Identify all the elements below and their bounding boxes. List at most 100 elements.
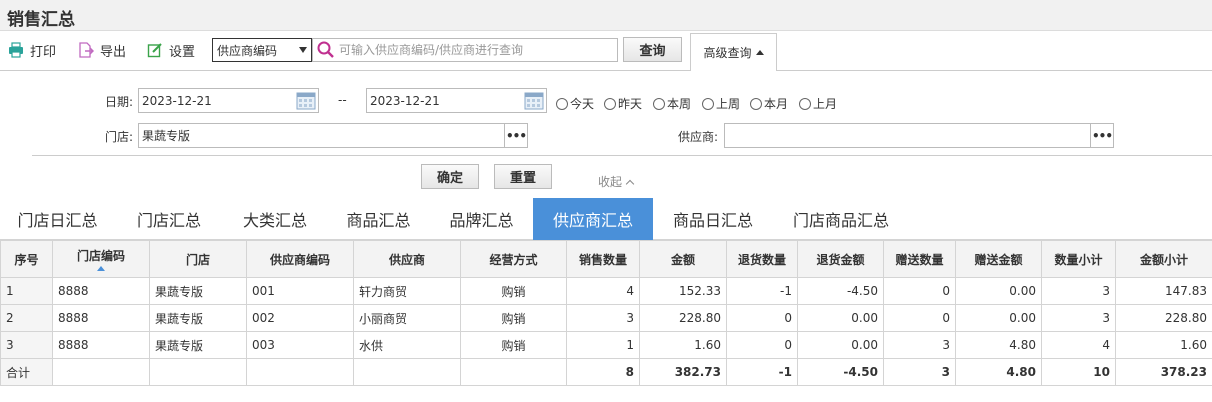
collapse-toggle[interactable]: 收起 xyxy=(598,173,635,190)
advanced-query-toggle[interactable]: 高级查询 xyxy=(690,33,777,71)
quick-date-last-month[interactable]: 上月 xyxy=(799,95,837,112)
tab-supplier[interactable]: 供应商汇总 xyxy=(533,198,653,240)
radio-circle xyxy=(653,97,665,110)
query-button[interactable]: 查询 xyxy=(623,37,682,62)
store-label: 门店: xyxy=(105,130,134,144)
column-header[interactable]: 序号 xyxy=(0,240,53,278)
column-header[interactable]: 供应商 xyxy=(353,240,461,278)
table-row[interactable]: 3 8888 果蔬专版 003 水供 购销 1 1.60 0 0.00 3 4.… xyxy=(0,331,1212,359)
column-header[interactable]: 供应商编码 xyxy=(246,240,354,278)
tab-brand[interactable]: 品牌汇总 xyxy=(430,198,533,240)
search-box xyxy=(312,38,618,62)
print-label: 打印 xyxy=(30,44,57,60)
cell-qty-subtotal: 3 xyxy=(1041,277,1116,305)
store-input[interactable]: 果蔬专版 xyxy=(138,123,505,148)
total-return-qty: -1 xyxy=(726,358,798,386)
advanced-query-label: 高级查询 xyxy=(703,46,752,60)
supplier-input[interactable] xyxy=(724,123,1091,148)
quick-date-this-month[interactable]: 本月 xyxy=(750,95,788,112)
cell-store: 果蔬专版 xyxy=(149,277,247,305)
cell-supplier: 水供 xyxy=(353,331,461,359)
tab-product-daily[interactable]: 商品日汇总 xyxy=(653,198,773,240)
quick-date-last-week[interactable]: 上周 xyxy=(702,95,740,112)
column-header[interactable]: 退货金额 xyxy=(797,240,884,278)
column-header-store-code[interactable]: 门店编码 xyxy=(52,240,150,278)
column-header[interactable]: 门店 xyxy=(149,240,247,278)
cell-return-amount: 0.00 xyxy=(797,331,884,359)
tab-store-daily[interactable]: 门店日汇总 xyxy=(0,198,115,240)
tab-store-product[interactable]: 门店商品汇总 xyxy=(773,198,909,240)
cell-store: 果蔬专版 xyxy=(149,304,247,332)
search-field-selected: 供应商编码 xyxy=(217,43,278,58)
quick-date-label: 今天 xyxy=(570,97,595,111)
cell-business-mode: 购销 xyxy=(460,304,567,332)
table-header-row: 序号 门店编码 门店 供应商编码 供应商 经营方式 销售数量 金额 退货数量 退… xyxy=(0,240,1212,278)
date-label: 日期: xyxy=(105,95,134,109)
column-header[interactable]: 赠送数量 xyxy=(883,240,956,278)
tab-store[interactable]: 门店汇总 xyxy=(115,198,223,240)
total-qty-subtotal: 10 xyxy=(1041,358,1116,386)
column-header[interactable]: 数量小计 xyxy=(1041,240,1116,278)
confirm-button[interactable]: 确定 xyxy=(421,164,479,189)
export-label: 导出 xyxy=(100,44,127,60)
toolbar: 打印 导出 设置 供应商编码 查询 高级查询 xyxy=(0,31,1212,71)
column-header[interactable]: 金额小计 xyxy=(1115,240,1212,278)
quick-date-yesterday[interactable]: 昨天 xyxy=(604,95,642,112)
row-number: 1 xyxy=(0,277,53,305)
quick-date-today[interactable]: 今天 xyxy=(556,95,594,112)
date-to-value: 2023-12-21 xyxy=(370,93,440,108)
row-number: 2 xyxy=(0,304,53,332)
calendar-icon[interactable] xyxy=(524,91,544,110)
column-header[interactable]: 赠送金额 xyxy=(955,240,1042,278)
total-cell xyxy=(52,358,150,386)
store-picker-button[interactable]: ••• xyxy=(504,123,528,148)
cell-amount: 152.33 xyxy=(639,277,727,305)
cell-return-amount: -4.50 xyxy=(797,277,884,305)
cell-gift-amount: 0.00 xyxy=(955,277,1042,305)
tab-product[interactable]: 商品汇总 xyxy=(327,198,430,240)
total-label: 合计 xyxy=(0,358,53,386)
supplier-picker-button[interactable]: ••• xyxy=(1090,123,1114,148)
table-row[interactable]: 2 8888 果蔬专版 002 小丽商贸 购销 3 228.80 0 0.00 … xyxy=(0,304,1212,332)
quick-date-label: 昨天 xyxy=(618,97,643,111)
date-from-input[interactable]: 2023-12-21 xyxy=(138,88,319,113)
supplier-label: 供应商: xyxy=(678,130,719,144)
date-from-value: 2023-12-21 xyxy=(142,93,212,108)
column-header[interactable]: 销售数量 xyxy=(566,240,640,278)
tab-category[interactable]: 大类汇总 xyxy=(223,198,327,240)
column-header[interactable]: 退货数量 xyxy=(726,240,798,278)
export-button[interactable]: 导出 xyxy=(78,40,126,60)
total-return-amount: -4.50 xyxy=(797,358,884,386)
date-to-input[interactable]: 2023-12-21 xyxy=(366,88,547,113)
export-icon xyxy=(79,42,94,58)
total-amount: 382.73 xyxy=(639,358,727,386)
supplier-summary-table: 序号 门店编码 门店 供应商编码 供应商 经营方式 销售数量 金额 退货数量 退… xyxy=(0,240,1212,386)
cell-amount-subtotal: 147.83 xyxy=(1115,277,1212,305)
search-icon xyxy=(317,41,334,58)
sort-ascending-icon xyxy=(97,266,105,271)
print-button[interactable]: 打印 xyxy=(8,40,56,60)
column-header[interactable]: 金额 xyxy=(639,240,727,278)
quick-date-this-week[interactable]: 本周 xyxy=(653,95,691,112)
reset-button[interactable]: 重置 xyxy=(494,164,552,189)
cell-gift-qty: 0 xyxy=(883,277,956,305)
settings-label: 设置 xyxy=(169,44,196,60)
divider xyxy=(32,155,1212,156)
total-gift-amount: 4.80 xyxy=(955,358,1042,386)
calendar-icon[interactable] xyxy=(296,91,316,110)
cell-return-qty: 0 xyxy=(726,331,798,359)
caret-up-icon xyxy=(755,50,764,55)
divider xyxy=(0,70,1212,71)
column-header[interactable]: 经营方式 xyxy=(460,240,567,278)
cell-qty-subtotal: 3 xyxy=(1041,304,1116,332)
settings-button[interactable]: 设置 xyxy=(147,40,195,60)
search-input[interactable] xyxy=(339,43,609,57)
cell-business-mode: 购销 xyxy=(460,277,567,305)
quick-date-label: 本月 xyxy=(764,97,789,111)
total-cell xyxy=(353,358,461,386)
search-field-select[interactable]: 供应商编码 xyxy=(212,38,312,62)
table-row[interactable]: 1 8888 果蔬专版 001 轩力商贸 购销 4 152.33 -1 -4.5… xyxy=(0,277,1212,305)
cell-store: 果蔬专版 xyxy=(149,331,247,359)
cell-return-qty: 0 xyxy=(726,304,798,332)
cell-store-code: 8888 xyxy=(52,331,150,359)
